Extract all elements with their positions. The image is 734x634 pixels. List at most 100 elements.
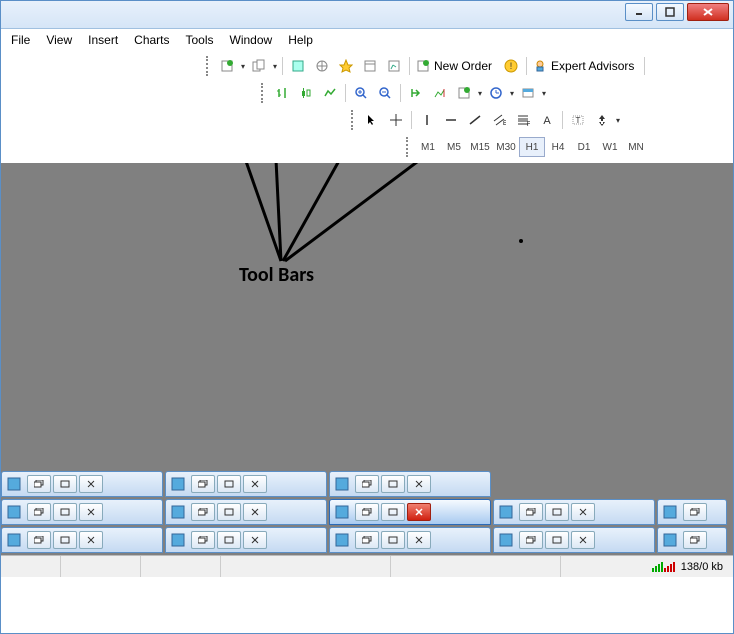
- timeframe-m1[interactable]: M1: [415, 137, 441, 157]
- templates-dropdown[interactable]: ▾: [540, 89, 548, 98]
- child-restore-button[interactable]: [683, 503, 707, 521]
- child-maximize-button[interactable]: [545, 531, 569, 549]
- child-close-button[interactable]: [79, 531, 103, 549]
- crosshair-button[interactable]: [385, 109, 407, 131]
- periodicity-button[interactable]: [485, 82, 507, 104]
- child-window[interactable]: [657, 527, 727, 553]
- child-maximize-button[interactable]: [53, 503, 77, 521]
- timeframe-m15[interactable]: M15: [467, 137, 493, 157]
- new-chart-dropdown[interactable]: ▾: [239, 62, 247, 71]
- toolbar-grip[interactable]: [261, 83, 267, 103]
- child-maximize-button[interactable]: [217, 475, 241, 493]
- menu-help[interactable]: Help: [288, 33, 313, 47]
- child-window[interactable]: [165, 527, 327, 553]
- menu-insert[interactable]: Insert: [88, 33, 118, 47]
- vertical-line-button[interactable]: [416, 109, 438, 131]
- child-close-button[interactable]: [79, 503, 103, 521]
- child-window[interactable]: [1, 499, 163, 525]
- child-restore-button[interactable]: [519, 503, 543, 521]
- child-window[interactable]: [329, 527, 491, 553]
- zoom-out-button[interactable]: [374, 82, 396, 104]
- toolbar-grip[interactable]: [351, 110, 357, 130]
- child-window[interactable]: [1, 471, 163, 497]
- child-close-button[interactable]: [571, 503, 595, 521]
- terminal-button[interactable]: [359, 55, 381, 77]
- menu-tools[interactable]: Tools: [186, 33, 214, 47]
- child-maximize-button[interactable]: [217, 531, 241, 549]
- child-maximize-button[interactable]: [545, 503, 569, 521]
- child-restore-button[interactable]: [683, 531, 707, 549]
- new-order-button[interactable]: New Order: [413, 55, 499, 77]
- child-restore-button[interactable]: [191, 475, 215, 493]
- child-restore-button[interactable]: [27, 475, 51, 493]
- strategy-tester-button[interactable]: [383, 55, 405, 77]
- expert-advisors-button[interactable]: Expert Advisors: [530, 55, 641, 77]
- data-window-button[interactable]: [311, 55, 333, 77]
- arrows-dropdown[interactable]: ▾: [614, 116, 622, 125]
- timeframe-h4[interactable]: H4: [545, 137, 571, 157]
- child-close-button[interactable]: [407, 503, 431, 521]
- horizontal-line-button[interactable]: [440, 109, 462, 131]
- templates-button[interactable]: [517, 82, 539, 104]
- menu-charts[interactable]: Charts: [134, 33, 169, 47]
- child-window[interactable]: [329, 471, 491, 497]
- child-close-button[interactable]: [243, 475, 267, 493]
- arrows-button[interactable]: [591, 109, 613, 131]
- child-restore-button[interactable]: [355, 531, 379, 549]
- child-window[interactable]: [1, 527, 163, 553]
- toolbar-grip[interactable]: [206, 56, 212, 76]
- timeframe-mn[interactable]: MN: [623, 137, 649, 157]
- zoom-in-button[interactable]: [350, 82, 372, 104]
- child-close-button[interactable]: [243, 531, 267, 549]
- child-maximize-button[interactable]: [53, 531, 77, 549]
- market-watch-button[interactable]: [287, 55, 309, 77]
- new-chart-button[interactable]: [216, 55, 238, 77]
- periodicity-dropdown[interactable]: ▾: [508, 89, 516, 98]
- indicators-button[interactable]: [453, 82, 475, 104]
- chart-shift-button[interactable]: [429, 82, 451, 104]
- menu-file[interactable]: File: [11, 33, 30, 47]
- child-restore-button[interactable]: [355, 475, 379, 493]
- menu-view[interactable]: View: [46, 33, 72, 47]
- auto-scroll-button[interactable]: [405, 82, 427, 104]
- text-label-button[interactable]: T: [567, 109, 589, 131]
- text-button[interactable]: A: [536, 109, 558, 131]
- child-maximize-button[interactable]: [381, 475, 405, 493]
- maximize-button[interactable]: [656, 3, 684, 21]
- timeframe-h1[interactable]: H1: [519, 137, 545, 157]
- close-button[interactable]: [687, 3, 729, 21]
- child-window[interactable]: [165, 471, 327, 497]
- metaeditor-button[interactable]: !: [500, 55, 522, 77]
- child-close-button[interactable]: [79, 475, 103, 493]
- child-maximize-button[interactable]: [217, 503, 241, 521]
- timeframe-w1[interactable]: W1: [597, 137, 623, 157]
- child-close-button[interactable]: [571, 531, 595, 549]
- profiles-dropdown[interactable]: ▾: [271, 62, 279, 71]
- profiles-button[interactable]: [248, 55, 270, 77]
- child-close-button[interactable]: [407, 475, 431, 493]
- bar-chart-button[interactable]: [271, 82, 293, 104]
- timeframe-m5[interactable]: M5: [441, 137, 467, 157]
- child-maximize-button[interactable]: [381, 531, 405, 549]
- child-maximize-button[interactable]: [53, 475, 77, 493]
- menu-window[interactable]: Window: [230, 33, 273, 47]
- timeframe-m30[interactable]: M30: [493, 137, 519, 157]
- child-restore-button[interactable]: [27, 503, 51, 521]
- trendline-button[interactable]: [464, 109, 486, 131]
- child-restore-button[interactable]: [27, 531, 51, 549]
- timeframe-d1[interactable]: D1: [571, 137, 597, 157]
- child-close-button[interactable]: [407, 531, 431, 549]
- child-window[interactable]: [493, 527, 655, 553]
- minimize-button[interactable]: [625, 3, 653, 21]
- equidistant-channel-button[interactable]: E: [488, 109, 510, 131]
- child-restore-button[interactable]: [191, 531, 215, 549]
- child-window[interactable]: [165, 499, 327, 525]
- toolbar-grip[interactable]: [406, 137, 412, 157]
- child-close-button[interactable]: [243, 503, 267, 521]
- navigator-button[interactable]: [335, 55, 357, 77]
- child-window[interactable]: [493, 499, 655, 525]
- child-restore-button[interactable]: [519, 531, 543, 549]
- cursor-button[interactable]: [361, 109, 383, 131]
- child-window-active[interactable]: [329, 499, 491, 525]
- indicators-dropdown[interactable]: ▾: [476, 89, 484, 98]
